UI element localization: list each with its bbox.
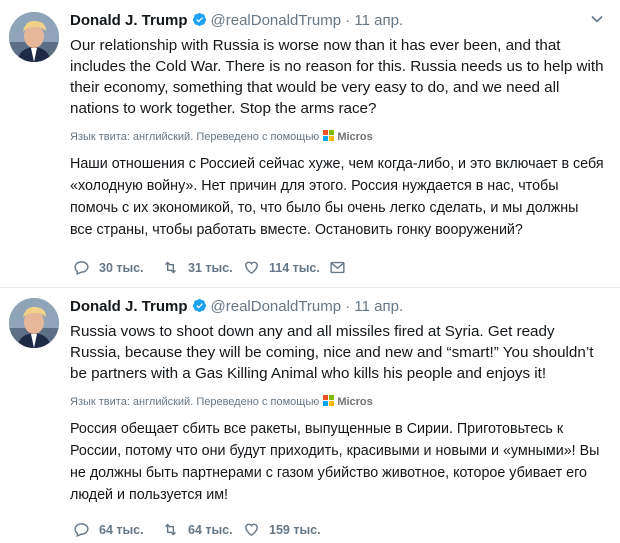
tweet-header: Donald J. Trump @realDonaldTrump · 11 апр…: [70, 296, 604, 318]
heart-icon: [245, 523, 258, 537]
chevron-down-icon[interactable]: [590, 12, 604, 26]
reply-icon: [74, 261, 89, 275]
microsoft-logo-icon: [323, 130, 335, 142]
tweet-content: Donald J. Trump @realDonaldTrump · 11 апр…: [70, 10, 604, 241]
translation-label-text: Язык твита: английский. Переведено с пом…: [70, 131, 320, 143]
tweet-date[interactable]: 11 апр.: [354, 298, 403, 315]
retweet-count: 64 тыс.: [188, 523, 233, 537]
heart-icon: [245, 261, 258, 275]
author-name[interactable]: Donald J. Trump: [70, 12, 188, 29]
retweet-button[interactable]: 31 тыс.: [162, 258, 233, 278]
retweet-count: 31 тыс.: [188, 261, 233, 275]
tweet-feed: Donald J. Trump @realDonaldTrump · 11 апр…: [0, 0, 620, 543]
author-handle[interactable]: @realDonaldTrump: [211, 298, 342, 315]
like-button[interactable]: 159 тыс.: [243, 520, 321, 540]
tweet-date[interactable]: 11 апр.: [354, 12, 403, 29]
tweet[interactable]: Donald J. Trump @realDonaldTrump · 11 апр…: [0, 288, 620, 543]
like-button[interactable]: 114 тыс.: [243, 258, 320, 278]
tweet-text: Russia vows to shoot down any and all mi…: [70, 323, 594, 382]
translation-provider[interactable]: Micros: [337, 396, 372, 408]
reply-count: 64 тыс.: [99, 523, 144, 537]
translation-provider[interactable]: Micros: [337, 131, 372, 143]
translation-label-text: Язык твита: английский. Переведено с пом…: [70, 396, 320, 408]
separator: ·: [345, 12, 351, 29]
reply-button[interactable]: 30 тыс.: [73, 258, 144, 278]
reply-button[interactable]: 64 тыс.: [73, 520, 144, 540]
translation-label: Язык твита: английский. Переведено с пом…: [70, 129, 604, 145]
tweet-content: Donald J. Trump @realDonaldTrump · 11 апр…: [70, 296, 604, 506]
translated-text: Наши отношения с Россией сейчас хуже, че…: [70, 156, 604, 238]
reply-icon: [74, 523, 89, 537]
avatar[interactable]: [9, 12, 59, 62]
separator: ·: [345, 298, 351, 315]
avatar[interactable]: [9, 298, 59, 348]
retweet-icon: [165, 261, 176, 274]
verified-badge-icon: [192, 298, 206, 313]
verified-badge-icon: [192, 12, 206, 27]
direct-message-button[interactable]: [329, 258, 346, 278]
translation-label: Язык твита: английский. Переведено с пом…: [70, 394, 604, 410]
like-count: 159 тыс.: [269, 523, 321, 537]
retweet-button[interactable]: 64 тыс.: [162, 520, 233, 540]
envelope-icon: [330, 261, 345, 274]
reply-count: 30 тыс.: [99, 261, 144, 275]
tweet[interactable]: Donald J. Trump @realDonaldTrump · 11 апр…: [0, 0, 620, 288]
tweet-text: Our relationship with Russia is worse no…: [70, 37, 604, 117]
retweet-icon: [165, 523, 176, 536]
microsoft-logo-icon: [323, 395, 335, 407]
translated-text: Россия обещает сбить все ракеты, выпущен…: [70, 421, 600, 503]
like-count: 114 тыс.: [269, 261, 320, 275]
author-handle[interactable]: @realDonaldTrump: [211, 12, 342, 29]
author-name[interactable]: Donald J. Trump: [70, 298, 188, 315]
tweet-header: Donald J. Trump @realDonaldTrump · 11 апр…: [70, 10, 604, 32]
